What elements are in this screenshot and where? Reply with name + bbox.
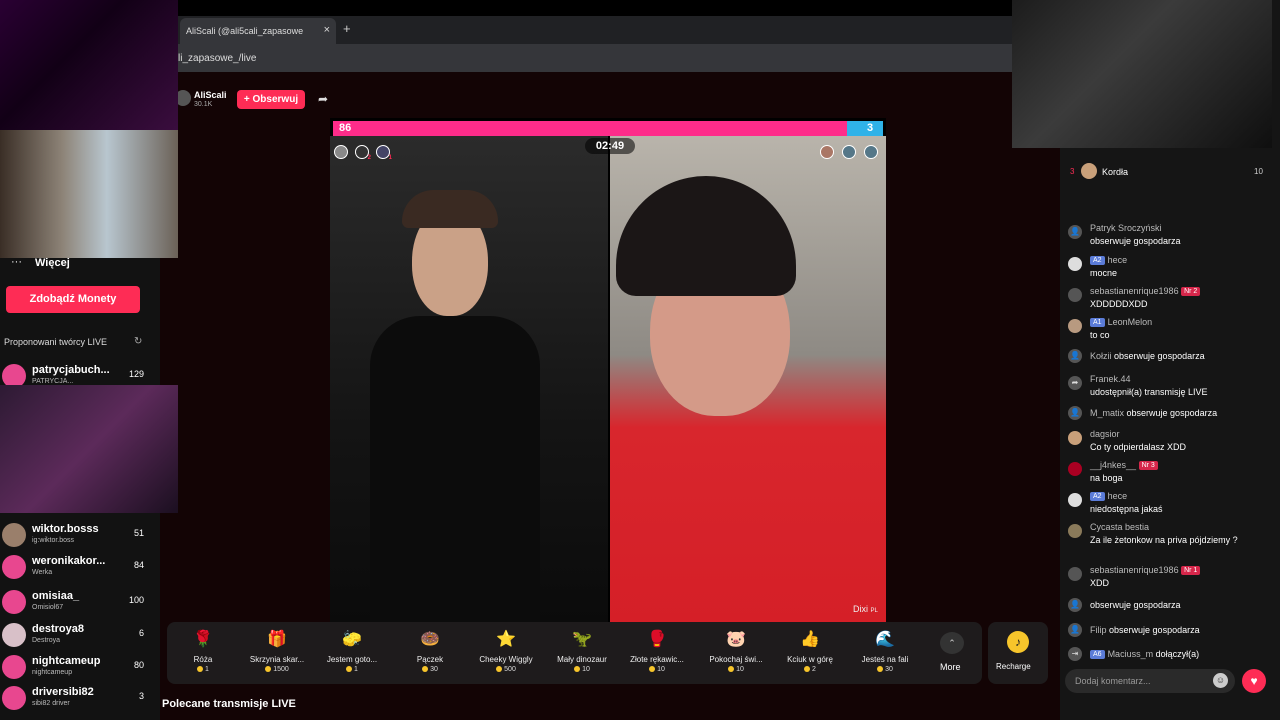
creator-item[interactable]: destroya8 Destroya 6 [2, 620, 152, 650]
user-icon: 👤 [1068, 349, 1082, 363]
emoji-icon[interactable]: ☺ [1213, 673, 1228, 688]
battle-score-bar [333, 121, 883, 136]
gift-item[interactable]: 🐷 Pokochaj świ... 10 [697, 626, 775, 673]
gift-icon: ⭐ [496, 631, 516, 648]
supporter-avatar[interactable]: 2 [355, 145, 371, 161]
creator-item[interactable]: driversibi82 sibi82 driver 3 [2, 683, 152, 713]
tab-title: AliScali (@ali5cali_zapasowe [186, 26, 304, 36]
gift-icon: 🧽 [342, 631, 362, 648]
gift-item[interactable]: 🥊 Złote rękawic... 10 [618, 626, 696, 673]
user-icon: 👤 [1068, 406, 1082, 420]
more-link[interactable]: Więcej [35, 257, 70, 269]
gift-icon: 🦖 [572, 631, 592, 648]
host-name[interactable]: AliScali [194, 90, 227, 100]
avatar[interactable] [1081, 163, 1097, 179]
avatar [2, 655, 26, 679]
gift-item[interactable]: 🌹 Róża 1 [164, 626, 242, 673]
user-icon: 👤 [1068, 623, 1082, 637]
creator-item[interactable]: wiktor.bosss ig:wiktor.boss 51 [2, 520, 152, 550]
share-icon[interactable]: ➦ [318, 92, 328, 106]
avatar [2, 686, 26, 710]
new-tab-button[interactable]: + [343, 21, 351, 36]
gift-icon: 🎁 [267, 631, 287, 648]
gift-item[interactable]: 🦖 Mały dinozaur 10 [543, 626, 621, 673]
webcam-overlay [0, 130, 178, 258]
gift-item[interactable]: ⭐ Cheeky Wiggly 500 [467, 626, 545, 673]
webcam-overlay [0, 385, 178, 513]
gift-item[interactable]: 🌊 Jesteś na fali 30 [846, 626, 924, 673]
host-followers: 30.1K [194, 101, 213, 108]
get-coins-button[interactable]: Zdobądź Monety [6, 286, 140, 313]
rank-number: 3 [1070, 167, 1075, 176]
gift-icon: 🐷 [726, 631, 746, 648]
stream-watermark: Dixi PL [853, 604, 878, 614]
avatar [2, 555, 26, 579]
user-icon: 👤 [1068, 598, 1082, 612]
webcam-overlay [1012, 0, 1272, 148]
score-right: 3 [867, 122, 874, 134]
gift-icon: 🌹 [193, 631, 213, 648]
gift-icon: 👍 [800, 631, 820, 648]
rank-value: 10 [1254, 167, 1263, 176]
recharge-label: Recharge [996, 662, 1031, 671]
enter-icon: ⇥ [1068, 647, 1082, 661]
host-hair [402, 190, 498, 228]
more-gifts-button[interactable]: More [940, 662, 961, 672]
right-stream-panel [610, 136, 886, 622]
avatar [2, 623, 26, 647]
coin-icon: ♪ [1007, 631, 1029, 653]
follow-button[interactable]: + Obserwuj [237, 90, 305, 109]
host-shirt [370, 316, 540, 622]
supporter-avatar[interactable] [842, 145, 856, 159]
browser-tab[interactable]: AliScali (@ali5cali_zapasowe × [180, 18, 336, 44]
gift-icon: 🍩 [420, 631, 440, 648]
url-text: li_zapasowe_/live [178, 53, 257, 64]
gift-item[interactable]: 🧽 Jestem goto... 1 [313, 626, 391, 673]
gift-item[interactable]: 🍩 Pączek 30 [391, 626, 469, 673]
webcam-overlay [0, 0, 178, 130]
creator-item[interactable]: weronikakor... Werka 84 [2, 552, 152, 582]
battle-timer: 02:49 [585, 138, 635, 154]
score-left: 86 [339, 122, 352, 134]
heart-icon[interactable]: ♥ [1242, 669, 1266, 693]
refresh-icon[interactable]: ↻ [134, 336, 142, 347]
supporter-avatar[interactable] [334, 145, 348, 159]
supporter-avatar[interactable] [820, 145, 834, 159]
guest-hair [616, 176, 796, 296]
user-icon: 👤 [1068, 225, 1082, 239]
share-icon: ➦ [1068, 376, 1082, 390]
supporter-avatar[interactable]: 1 [376, 145, 392, 161]
comment-input[interactable]: Dodaj komentarz... [1065, 669, 1235, 693]
more-icon[interactable]: ··· [11, 256, 22, 268]
proposed-creators-heading: Proponowani twórcy LIVE [4, 337, 108, 347]
address-bar[interactable] [178, 44, 1012, 72]
gift-item[interactable]: 🎁 Skrzynia skar... 1500 [238, 626, 316, 673]
avatar [2, 523, 26, 547]
gift-icon: 🥊 [647, 631, 667, 648]
chevron-up-icon[interactable]: ⌃ [940, 632, 964, 654]
creator-item[interactable]: nightcameup nightcameup 80 [2, 652, 152, 682]
supporter-avatar[interactable] [864, 145, 878, 159]
gift-item[interactable]: 👍 Kciuk w górę 2 [771, 626, 849, 673]
left-stream-panel [330, 136, 608, 622]
gift-icon: 🌊 [875, 631, 895, 648]
tab-close-icon[interactable]: × [324, 24, 330, 36]
recommended-heading: Polecane transmisje LIVE [162, 698, 296, 710]
avatar [2, 590, 26, 614]
rank-user[interactable]: Kordła [1102, 167, 1128, 177]
creator-item[interactable]: omisiaa_ Omisiol67 100 [2, 587, 152, 617]
